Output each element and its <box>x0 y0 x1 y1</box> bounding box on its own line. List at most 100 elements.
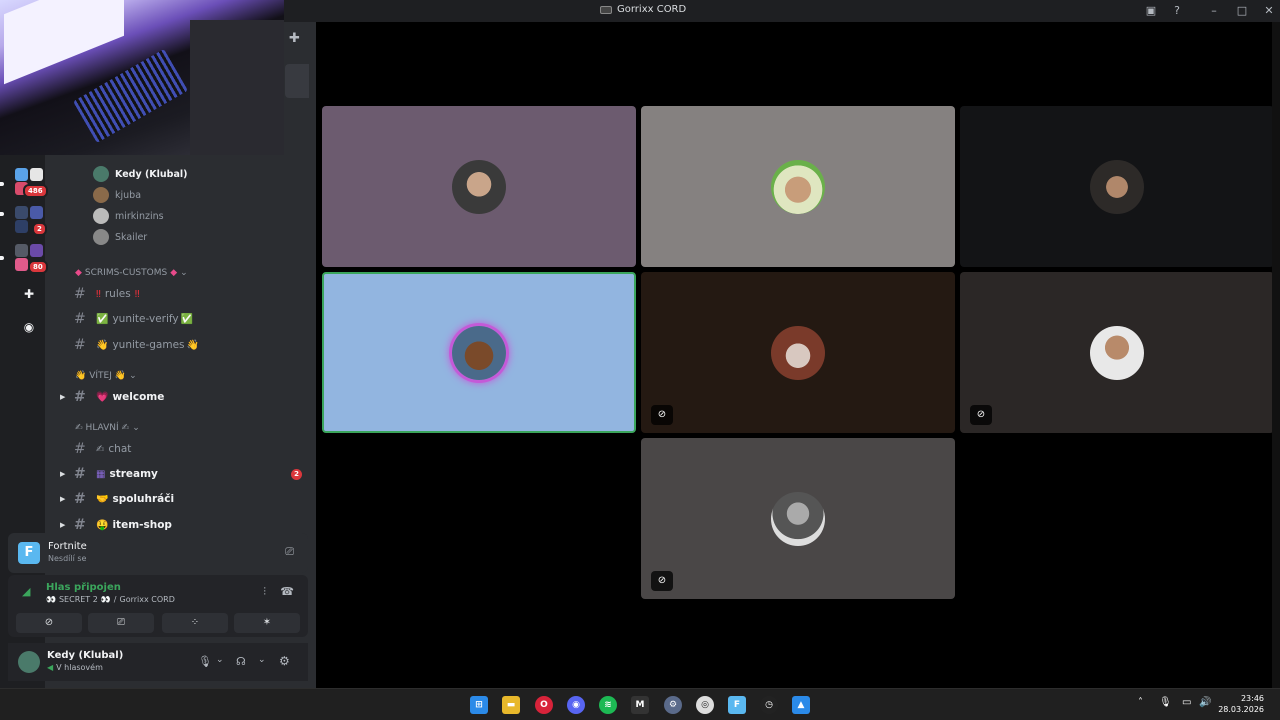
category-vitej[interactable]: 👋 VÍTEJ 👋 ⌄ <box>75 371 137 381</box>
voice-location[interactable]: 👀 SECRET 2 👀 / Gorrixx CORD <box>46 595 175 604</box>
voice-user-item[interactable]: mirkinzins <box>93 206 164 226</box>
photos-app-icon[interactable]: ▲ <box>792 696 810 714</box>
writing-hand-icon: ✍ <box>121 423 130 433</box>
text-channel-icon: # <box>74 286 86 302</box>
chevron-down-icon[interactable]: ⌄ <box>258 655 266 665</box>
close-button[interactable]: ✕ <box>1261 3 1277 19</box>
double-exclamation-icon: ‼ <box>134 288 140 300</box>
category-scrims-customs[interactable]: ◆ SCRIMS-CUSTOMS ◆ ⌄ <box>75 268 188 278</box>
activity-status: Nesdílí se <box>48 554 87 563</box>
handshake-icon: 🤝 <box>96 493 109 505</box>
discord-logo-icon <box>600 5 612 14</box>
timer-app-icon[interactable]: ◷ <box>760 696 778 714</box>
help-icon[interactable]: ? <box>1169 3 1185 19</box>
tray-chevron-icon[interactable]: ˄ <box>1138 697 1143 708</box>
search-box[interactable] <box>285 64 309 98</box>
fortnite-taskbar-icon[interactable]: F <box>728 696 746 714</box>
explore-servers-icon[interactable]: ◉ <box>15 313 43 341</box>
separator: / <box>113 595 117 604</box>
chevron-down-icon[interactable]: ⌄ <box>216 655 224 665</box>
channel-yunite-verify[interactable]: # ✅ yunite-verify ✅ <box>60 308 306 330</box>
opera-browser-icon[interactable]: O <box>535 696 553 714</box>
camera-toggle-button[interactable]: ⊘ <box>16 613 82 633</box>
screen-share-button[interactable]: ⎚ <box>88 613 154 633</box>
minimize-button[interactable]: – <box>1206 3 1222 19</box>
unread-arrow-icon: ▶ <box>60 521 66 529</box>
channel-chat[interactable]: # ✍ chat <box>60 438 306 460</box>
user-name[interactable]: Kedy (Klubal) <box>47 650 123 661</box>
mention-badge: 2 <box>291 468 302 480</box>
settings-app-icon[interactable]: ⚙ <box>664 696 682 714</box>
avatar <box>93 208 109 224</box>
video-tile[interactable]: ⊘ <box>641 272 955 433</box>
invite-user-icon[interactable]: ✚ <box>289 31 305 47</box>
capcut-icon[interactable]: M <box>631 696 649 714</box>
participant-avatar <box>452 159 506 214</box>
file-explorer-icon[interactable]: ▬ <box>502 696 520 714</box>
discord-app-icon[interactable]: ◉ <box>567 696 585 714</box>
noise-suppression-icon[interactable]: ⫶ <box>263 585 266 599</box>
video-tile[interactable] <box>322 106 636 267</box>
server-icon-2[interactable]: 2 <box>12 206 47 236</box>
server-folder-icon <box>15 220 28 233</box>
inbox-icon[interactable]: ▣ <box>1143 3 1159 19</box>
tray-microphone-icon[interactable]: 🎙 <box>1159 697 1172 708</box>
user-panel: Kedy (Klubal) ◀ V hlasovém 🎙 ⌄ ☊ ⌄ ⚙ <box>8 643 308 681</box>
unread-pill <box>0 212 4 216</box>
channel-yunite-games[interactable]: # 👋 yunite-games 👋 <box>60 334 306 356</box>
channel-spoluhraci[interactable]: ▶ # 🤝 spoluhráči <box>60 488 306 510</box>
server-folder-icon <box>30 206 43 219</box>
wave-hand-icon: 👋 <box>186 339 199 351</box>
volume-icon[interactable]: 🔊 <box>1199 697 1211 708</box>
activities-button[interactable]: ⁘ <box>162 613 228 633</box>
voice-user-item[interactable]: Skailer <box>93 227 147 247</box>
video-tile[interactable] <box>641 106 955 267</box>
camera-off-icon: ⊘ <box>651 405 673 425</box>
server-folder-icon <box>15 244 28 257</box>
participant-avatar <box>1090 325 1144 380</box>
voice-user-item[interactable]: kjuba <box>93 185 141 205</box>
spotify-icon[interactable]: ≋ <box>599 696 617 714</box>
obs-icon[interactable]: ◎ <box>696 696 714 714</box>
channel-label: streamy <box>109 468 158 480</box>
channel-label: welcome <box>112 391 165 403</box>
video-tile[interactable]: ⊘ <box>641 438 955 599</box>
voice-call-stage: ⊘ ⊘ ⊘ <box>316 22 1280 688</box>
server-mention-badge: 486 <box>23 184 48 198</box>
participant-avatar <box>1090 159 1144 214</box>
voice-user-name: Kedy (Klubal) <box>115 168 188 180</box>
disconnect-icon[interactable]: ☎ <box>280 585 294 598</box>
participant-avatar <box>771 159 825 214</box>
start-menu-icon[interactable]: ⊞ <box>470 696 488 714</box>
system-clock[interactable]: 23:46 28.03.2026 <box>1218 693 1264 715</box>
add-server-icon[interactable]: ✚ <box>15 280 43 308</box>
unread-pill <box>0 256 4 260</box>
category-hlavni[interactable]: ✍ HLAVNÍ ✍ ⌄ <box>75 423 140 433</box>
soundboard-button[interactable]: ✶ <box>234 613 300 633</box>
video-tile-speaking[interactable] <box>322 272 636 433</box>
voice-status[interactable]: Hlas připojen <box>46 582 121 593</box>
microphone-icon[interactable]: 🎙 <box>198 655 212 668</box>
maximize-button[interactable]: □ <box>1234 3 1250 19</box>
network-icon[interactable]: ▭ <box>1182 697 1191 708</box>
speaker-icon: ◀ <box>47 663 54 672</box>
headphones-icon[interactable]: ☊ <box>236 655 246 668</box>
voice-server-name: Gorrixx CORD <box>119 595 175 604</box>
window-title: Gorrixx CORD <box>600 4 686 15</box>
server-icon-1[interactable]: 486 <box>12 168 48 198</box>
channel-streamy[interactable]: ▶ # ▦ streamy 2 <box>60 463 306 485</box>
video-tile[interactable] <box>960 106 1274 267</box>
tv-icon: ▦ <box>96 468 106 480</box>
channel-label: yunite-verify <box>112 313 179 325</box>
video-tile[interactable]: ⊘ <box>960 272 1274 433</box>
channel-welcome[interactable]: ▶ # 💗 welcome <box>60 386 306 408</box>
scrollbar[interactable] <box>1272 22 1280 688</box>
share-screen-icon[interactable]: ⎚ <box>285 545 294 559</box>
voice-user-item[interactable]: Kedy (Klubal) <box>93 164 187 184</box>
avatar[interactable] <box>18 651 40 673</box>
server-icon-3[interactable]: 80 <box>12 244 48 274</box>
settings-gear-icon[interactable]: ⚙ <box>279 654 290 668</box>
category-label: VÍTEJ <box>89 371 112 381</box>
channel-rules[interactable]: # ‼ rules ‼ <box>60 283 306 305</box>
voice-user-name: Skailer <box>115 231 148 243</box>
